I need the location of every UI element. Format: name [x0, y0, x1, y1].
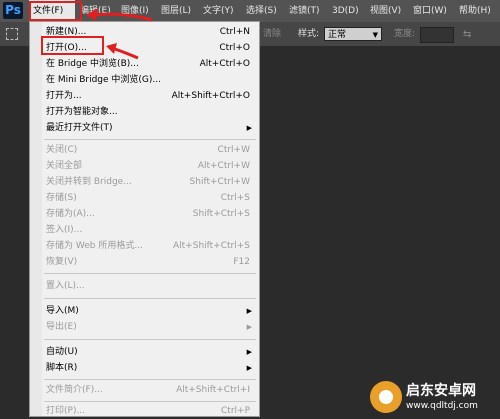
menu-separator: [44, 273, 256, 274]
watermark-url: www.qdltdj.com: [406, 401, 478, 411]
submenu-arrow-icon: ▶: [246, 323, 252, 331]
menu-item-browse-mini-bridge[interactable]: 在 Mini Bridge 中浏览(G)...: [46, 72, 256, 88]
menu-select[interactable]: 选择(S): [246, 0, 277, 22]
menu-item-recent-files[interactable]: 最近打开文件(T) ▶: [46, 120, 256, 136]
chevron-down-icon: ▼: [372, 31, 378, 39]
photoshop-logo: Ps: [3, 2, 23, 19]
menu-help[interactable]: 帮助(H): [459, 0, 491, 22]
menu-layer[interactable]: 图层(L): [161, 0, 191, 22]
menu-item-automate[interactable]: 自动(U) ▶: [46, 344, 256, 360]
submenu-arrow-icon: ▶: [246, 364, 252, 372]
style-select[interactable]: 正常 ▼: [324, 27, 382, 41]
menu-gutter: [30, 22, 42, 416]
menu-item-save-as: 存储为(A)... Shift+Ctrl+S: [46, 209, 250, 219]
menu-separator: [44, 339, 256, 340]
watermark: 启东安卓网 www.qdltdj.com: [368, 378, 500, 417]
menu-item-close-all: 关闭全部 Alt+Ctrl+W: [46, 161, 250, 171]
menu-item-file-info: 文件简介(F)... Alt+Shift+Ctrl+I: [46, 385, 250, 395]
menu-filter[interactable]: 滤镜(T): [289, 0, 320, 22]
width-input[interactable]: [420, 27, 454, 43]
width-label: 宽度:: [394, 29, 416, 39]
style-label: 样式:: [298, 29, 320, 39]
options-partial-label: 清除: [263, 29, 282, 39]
marquee-tool-icon[interactable]: [6, 28, 18, 40]
submenu-arrow-icon: ▶: [246, 348, 252, 356]
menu-3d[interactable]: 3D(D): [332, 0, 359, 22]
menu-separator: [44, 379, 256, 380]
swap-icon[interactable]: ⇆: [463, 29, 471, 40]
style-select-value: 正常: [328, 30, 347, 40]
menu-type[interactable]: 文字(Y): [203, 0, 234, 22]
watermark-logo-icon: [370, 381, 402, 413]
menu-separator: [44, 401, 256, 402]
menu-item-close: 关闭(C) Ctrl+W: [46, 145, 250, 155]
menu-view[interactable]: 视图(V): [370, 0, 401, 22]
menu-separator: [44, 139, 256, 140]
file-menu-dropdown: 新建(N)... Ctrl+N 打开(O)... Ctrl+O 在 Bridge…: [29, 21, 260, 417]
menu-item-open-smart-object[interactable]: 打开为智能对象...: [46, 104, 256, 120]
menu-item-export: 导出(E) ▶: [46, 319, 256, 335]
menu-item-check-in: 签入(I)...: [46, 225, 83, 235]
menu-item-browse-bridge[interactable]: 在 Bridge 中浏览(B)... Alt+Ctrl+O: [46, 56, 256, 72]
menu-item-place: 置入(L)...: [46, 281, 85, 291]
submenu-arrow-icon: ▶: [246, 307, 252, 315]
submenu-arrow-icon: ▶: [246, 124, 252, 132]
red-arrow-icon: [106, 43, 139, 60]
menu-separator: [44, 298, 256, 299]
highlight-open-item: [41, 36, 104, 55]
menu-item-import[interactable]: 导入(M) ▶: [46, 303, 256, 319]
menu-item-open-as[interactable]: 打开为... Alt+Shift+Ctrl+O: [46, 88, 256, 104]
menu-item-save: 存储(S) Ctrl+S: [46, 193, 250, 203]
menu-item-close-go-bridge: 关闭并转到 Bridge... Shift+Ctrl+W: [46, 177, 250, 187]
highlight-file-menu: [29, 1, 82, 21]
menu-item-revert: 恢复(V) F12: [46, 257, 250, 267]
menu-window[interactable]: 窗口(W): [413, 0, 447, 22]
watermark-name: 启东安卓网: [406, 383, 476, 399]
menu-item-scripts[interactable]: 脚本(R) ▶: [46, 360, 256, 376]
menu-item-save-for-web: 存储为 Web 所用格式... Alt+Shift+Ctrl+S: [46, 241, 250, 251]
red-arrow-icon: [86, 8, 153, 22]
